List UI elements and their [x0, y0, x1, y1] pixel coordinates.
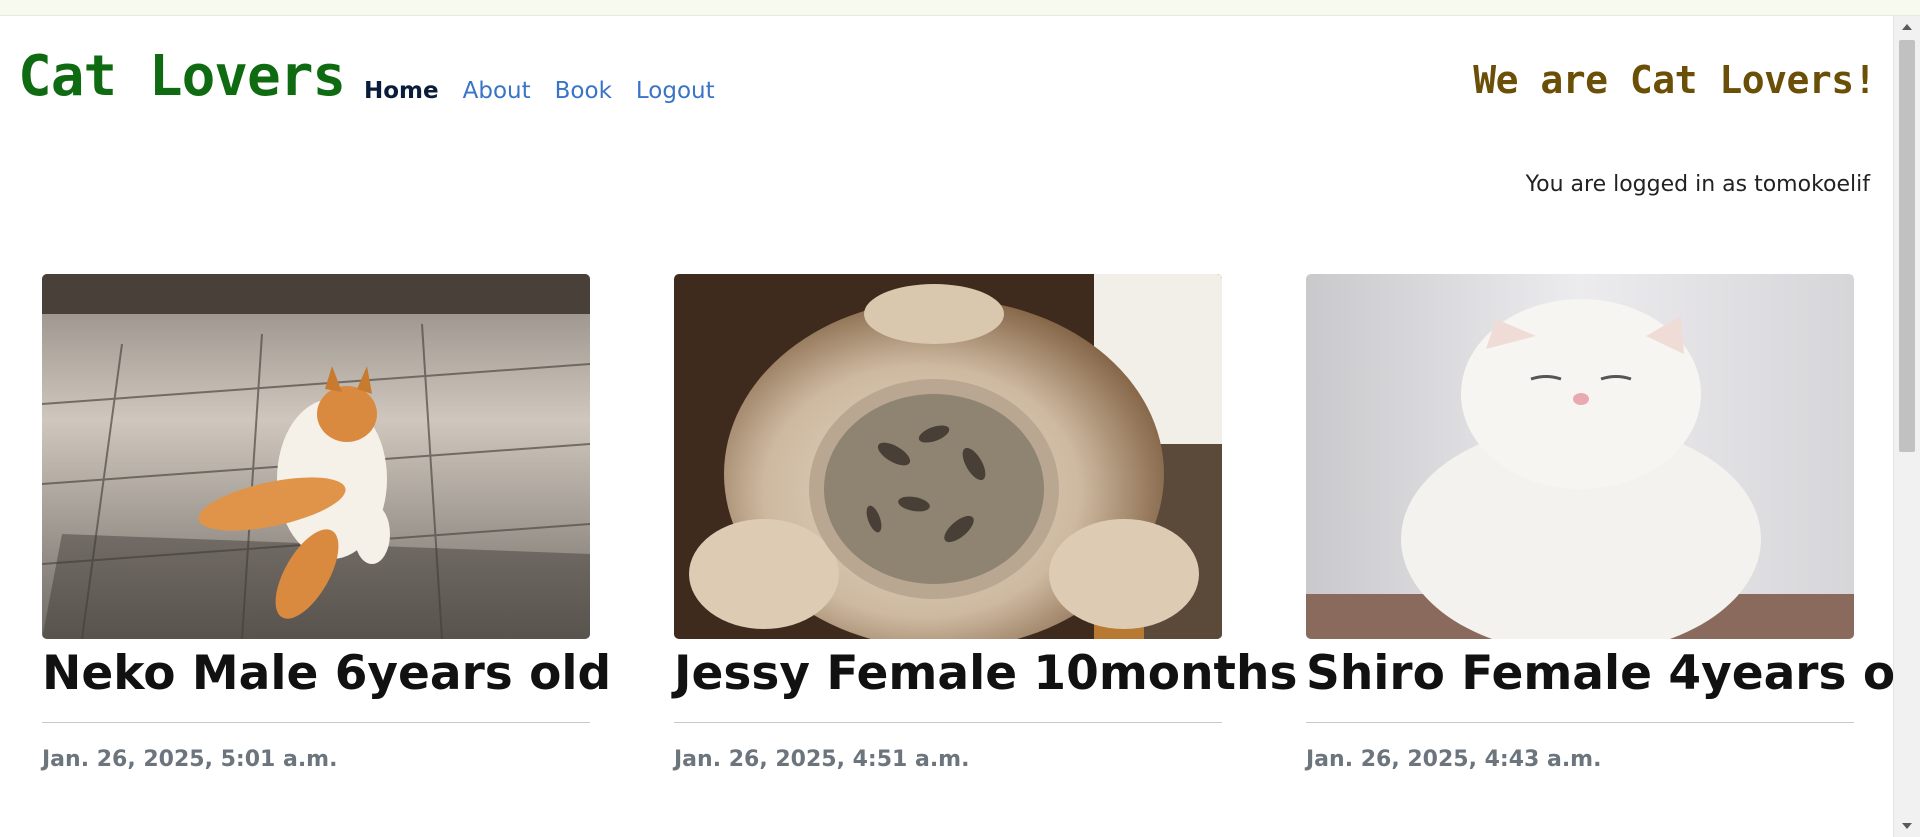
divider: [42, 722, 590, 724]
divider: [1306, 722, 1854, 724]
divider: [674, 722, 1222, 724]
post-title[interactable]: Neko Male 6years old: [42, 643, 611, 704]
brand-logo[interactable]: Cat Lovers: [18, 49, 346, 105]
scrollbar-thumb[interactable]: [1899, 40, 1915, 452]
login-status: You are logged in as tomokoelif: [1525, 172, 1870, 197]
scroll-down-icon[interactable]: [1902, 823, 1912, 829]
post-card[interactable]: Neko Male 6years old Jan. 26, 2025, 5:01…: [42, 274, 611, 773]
tagline: We are Cat Lovers!: [1473, 58, 1876, 102]
nav-about[interactable]: About: [451, 68, 543, 114]
scroll-up-icon[interactable]: [1902, 24, 1912, 30]
white-cat-photo[interactable]: [1306, 274, 1854, 639]
browser-top-strip: [0, 0, 1920, 16]
navbar: Cat Lovers Home About Book Logout We are…: [0, 16, 1894, 146]
main-nav: Home About Book Logout: [352, 68, 727, 114]
nav-book[interactable]: Book: [543, 68, 624, 114]
post-date: Jan. 26, 2025, 5:01 a.m.: [42, 747, 338, 773]
post-date: Jan. 26, 2025, 4:43 a.m.: [1306, 747, 1602, 773]
post-title[interactable]: Jessy Female 10months: [674, 643, 1297, 704]
orange-white-cat-photo[interactable]: [42, 274, 590, 639]
post-title[interactable]: Shiro Female 4years old: [1306, 643, 1920, 704]
nav-logout[interactable]: Logout: [624, 68, 727, 114]
vertical-scrollbar[interactable]: [1893, 16, 1920, 837]
post-date: Jan. 26, 2025, 4:51 a.m.: [674, 747, 970, 773]
post-card[interactable]: Jessy Female 10months Jan. 26, 2025, 4:5…: [674, 274, 1297, 773]
tabby-cat-in-bed-photo[interactable]: [674, 274, 1222, 639]
nav-home[interactable]: Home: [352, 68, 451, 114]
post-card[interactable]: Shiro Female 4years old Jan. 26, 2025, 4…: [1306, 274, 1920, 773]
